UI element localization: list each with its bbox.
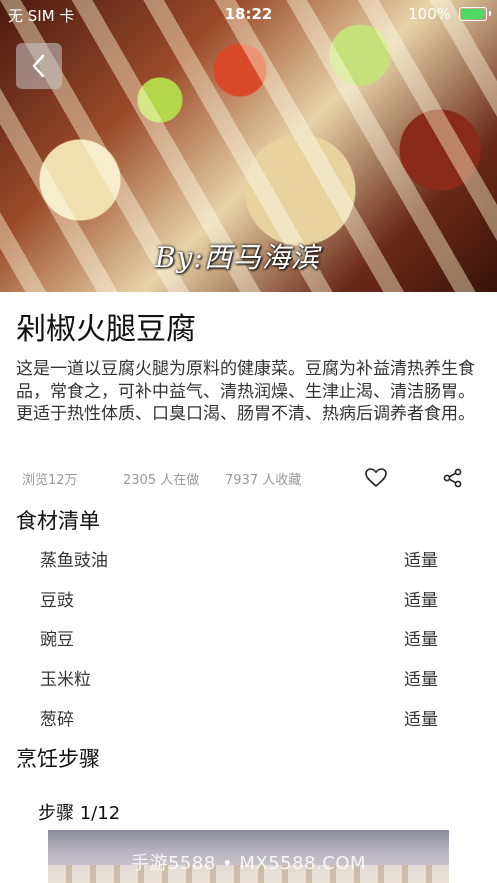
ingredient-name: 玉米粒	[40, 670, 91, 690]
share-button[interactable]	[443, 468, 463, 492]
hero-watermark: By:西马海滨	[155, 241, 320, 274]
recipe-hero-image: By:西马海滨	[0, 0, 497, 292]
status-bar: 无 SIM 卡 18:22 100%	[0, 0, 497, 28]
bottom-watermark: 手游5588 • MX5588.COM	[130, 853, 367, 874]
heart-icon	[365, 468, 387, 488]
recipe-description: 这是一道以豆腐火腿为原料的健康菜。豆腐为补益清热养生食品，常食之，可补中益气、清…	[16, 359, 475, 424]
ingredient-amount: 适量	[404, 710, 438, 730]
favorites-count: 7937 人收藏	[225, 473, 302, 488]
ingredient-amount: 适量	[404, 551, 438, 571]
battery-icon	[459, 7, 491, 21]
ingredient-row: 玉米粒 适量	[40, 665, 440, 690]
ingredient-name: 蒸鱼豉油	[40, 551, 108, 571]
step-label: 步骤 1/12	[38, 803, 121, 824]
ingredient-amount: 适量	[404, 630, 438, 650]
ingredient-amount: 适量	[404, 670, 438, 690]
share-icon	[443, 468, 462, 488]
recipe-title: 剁椒火腿豆腐	[16, 312, 196, 347]
ingredient-row: 豌豆 适量	[40, 625, 440, 650]
chevron-left-icon	[32, 54, 45, 78]
ingredient-name: 葱碎	[40, 710, 74, 730]
ingredient-row: 葱碎 适量	[40, 705, 440, 730]
ingredients-heading: 食材清单	[16, 509, 100, 533]
ingredient-name: 豌豆	[40, 630, 74, 650]
back-button[interactable]	[16, 43, 62, 89]
battery-percentage: 100%	[408, 5, 451, 23]
ingredient-row: 豆豉 适量	[40, 586, 440, 611]
ingredient-name: 豆豉	[40, 591, 74, 611]
views-count: 浏览12万	[22, 473, 78, 488]
cooking-count: 2305 人在做	[123, 473, 200, 488]
steps-heading: 烹饪步骤	[16, 747, 100, 771]
favorite-button[interactable]	[365, 468, 387, 492]
ingredient-amount: 适量	[404, 591, 438, 611]
ingredient-row: 蒸鱼豉油 适量	[40, 546, 440, 571]
